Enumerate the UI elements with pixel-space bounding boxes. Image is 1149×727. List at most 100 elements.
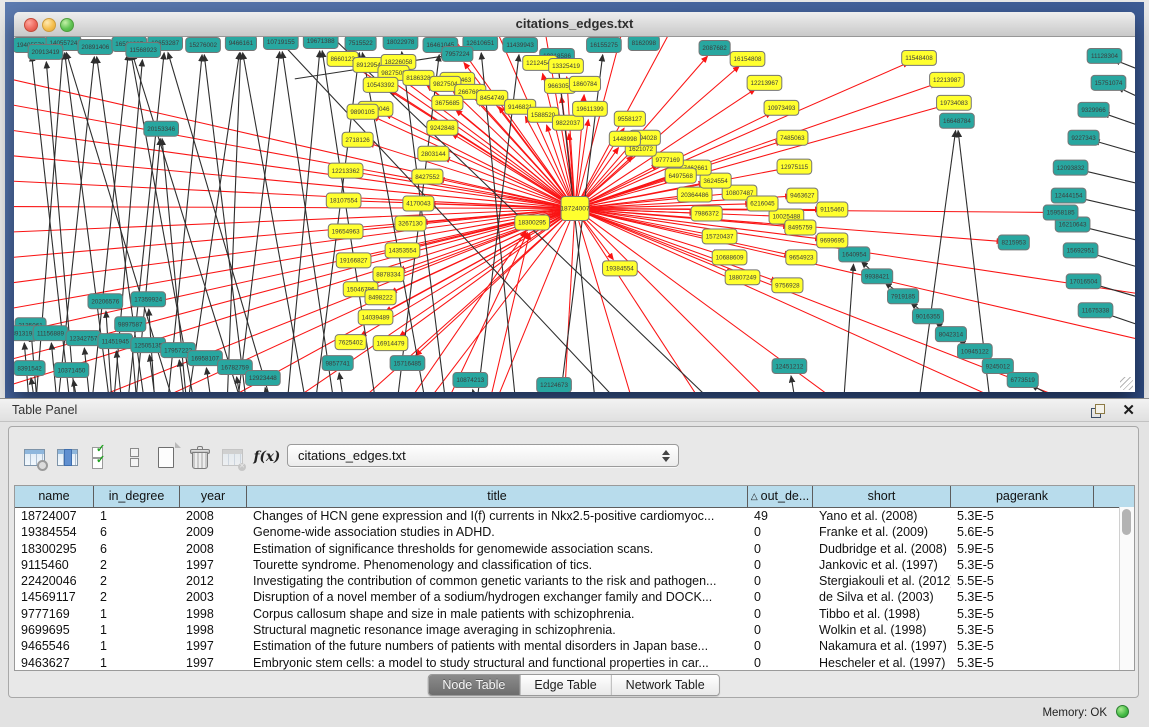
table-row[interactable]: 1830029562008Estimation of significance … bbox=[15, 541, 1134, 557]
table-row[interactable]: 1456911722003Disruption of a novel membe… bbox=[15, 589, 1134, 605]
cell-out_degree: 0 bbox=[748, 655, 813, 671]
network-node-label: 12213967 bbox=[751, 80, 779, 87]
network-node-label: 15720437 bbox=[706, 234, 734, 241]
memory-status-indicator bbox=[1116, 705, 1129, 718]
delete-column-icon[interactable] bbox=[186, 443, 213, 471]
network-canvas[interactable]: 1940557214055724208914061653128710653287… bbox=[14, 37, 1135, 392]
cell-short: Franke et al. (2009) bbox=[813, 524, 951, 540]
tab-network-table[interactable]: Network Table bbox=[612, 675, 719, 695]
close-panel-icon[interactable]: ✕ bbox=[1122, 401, 1135, 419]
network-node-label: 9756928 bbox=[775, 282, 800, 289]
cell-pagerank: 5.9E-5 bbox=[951, 541, 1094, 557]
table-row[interactable]: 1938455462009Genome-wide association stu… bbox=[15, 524, 1134, 540]
cell-in_degree: 6 bbox=[94, 524, 180, 540]
cell-name: 9699695 bbox=[15, 622, 94, 638]
column-header-name[interactable]: name bbox=[15, 486, 94, 507]
column-header-title[interactable]: title bbox=[247, 486, 748, 507]
table-panel-title: Table Panel bbox=[12, 403, 77, 417]
network-node-label: 8186328 bbox=[406, 75, 431, 82]
cell-in_degree: 1 bbox=[94, 606, 180, 622]
network-node-label: 20891406 bbox=[81, 44, 109, 51]
network-node-label: 10874213 bbox=[456, 377, 484, 384]
tab-node-table[interactable]: Node Table bbox=[428, 675, 520, 695]
cell-name: 18300295 bbox=[15, 541, 94, 557]
cell-pagerank: 5.3E-5 bbox=[951, 655, 1094, 671]
network-node-label: 9016355 bbox=[916, 313, 941, 320]
table-toolbar: ✓ ✓ ✕ f(x) bbox=[21, 441, 288, 473]
network-node-label: 1640954 bbox=[842, 252, 867, 259]
cell-short: Wolkin et al. (1998) bbox=[813, 622, 951, 638]
cell-pagerank: 5.3E-5 bbox=[951, 557, 1094, 573]
network-node-label: 8498222 bbox=[368, 294, 393, 301]
cell-out_degree: 0 bbox=[748, 622, 813, 638]
function-builder-icon[interactable]: f(x) bbox=[252, 443, 282, 471]
cell-title: Estimation of the future numbers of pati… bbox=[247, 638, 748, 654]
table-row[interactable]: 946362711997Embryonic stem cells: a mode… bbox=[15, 655, 1134, 671]
cell-year: 1997 bbox=[180, 638, 247, 654]
network-node-label: 9654923 bbox=[789, 255, 814, 262]
network-view-window[interactable]: citations_edges.txt 19405572140557242089… bbox=[14, 12, 1135, 392]
network-node-label: 6773519 bbox=[1011, 377, 1036, 384]
new-column-icon[interactable] bbox=[153, 443, 180, 471]
network-node-label: 12451212 bbox=[775, 363, 803, 370]
cell-pagerank: 5.3E-5 bbox=[951, 589, 1094, 605]
network-node-label: 9558127 bbox=[618, 116, 643, 123]
window-titlebar[interactable]: citations_edges.txt bbox=[14, 12, 1135, 37]
window-resize-grip[interactable] bbox=[1120, 377, 1133, 390]
network-node-label: 9463627 bbox=[790, 193, 815, 200]
table-source-dropdown[interactable]: citations_edges.txt bbox=[287, 444, 679, 467]
tab-edge-table[interactable]: Edge Table bbox=[520, 675, 611, 695]
table-row[interactable]: 969969511998Structural magnetic resonanc… bbox=[15, 622, 1134, 638]
network-node-label: 15716485 bbox=[394, 360, 422, 367]
vertical-scrollbar[interactable] bbox=[1119, 507, 1134, 670]
network-node-label: 7625402 bbox=[338, 339, 363, 346]
cell-year: 1997 bbox=[180, 557, 247, 573]
row-height-icon[interactable] bbox=[120, 443, 147, 471]
column-header-out_degree[interactable]: △out_de... bbox=[748, 486, 813, 507]
show-columns-icon[interactable] bbox=[54, 443, 81, 471]
network-node-label: 10945122 bbox=[961, 348, 989, 355]
cell-short: Yano et al. (2008) bbox=[813, 508, 951, 524]
table-row[interactable]: 1872400712008Changes of HCN gene express… bbox=[15, 508, 1134, 524]
network-node-label: 7485063 bbox=[780, 135, 805, 142]
select-rows-icon[interactable]: ✓ ✓ bbox=[87, 443, 114, 471]
network-node-label: 2718126 bbox=[345, 137, 370, 144]
cell-short: Hescheler et al. (1997) bbox=[813, 655, 951, 671]
table-settings-icon[interactable] bbox=[21, 443, 48, 471]
column-header-pagerank[interactable]: pagerank bbox=[951, 486, 1094, 507]
column-header-short[interactable]: short bbox=[813, 486, 951, 507]
network-node-label: 10371450 bbox=[57, 367, 85, 374]
cell-in_degree: 2 bbox=[94, 589, 180, 605]
cell-year: 1998 bbox=[180, 606, 247, 622]
cell-name: 9115460 bbox=[15, 557, 94, 573]
network-node-label: 19654963 bbox=[332, 229, 360, 236]
network-node-label: 16914479 bbox=[377, 340, 405, 347]
network-node-label: 19734083 bbox=[940, 100, 968, 107]
network-node-label: 3267130 bbox=[398, 221, 423, 228]
cell-pagerank: 5.3E-5 bbox=[951, 622, 1094, 638]
float-panel-icon[interactable] bbox=[1091, 404, 1105, 418]
network-node-label: 12213362 bbox=[332, 168, 360, 175]
network-node-label: 12975115 bbox=[781, 164, 809, 171]
scrollbar-thumb[interactable] bbox=[1122, 509, 1131, 535]
table-row[interactable]: 2242004622012Investigating the contribut… bbox=[15, 573, 1134, 589]
network-node-label: 6216045 bbox=[750, 201, 775, 208]
table-row[interactable]: 946554611997Estimation of the future num… bbox=[15, 638, 1134, 654]
table-row[interactable]: 977716911998Corpus callosum shape and si… bbox=[15, 606, 1134, 622]
cell-out_degree: 0 bbox=[748, 524, 813, 540]
network-node-label: 9777169 bbox=[656, 157, 681, 164]
network-node-label: 1621072 bbox=[629, 146, 654, 153]
cell-year: 1998 bbox=[180, 622, 247, 638]
network-node-label: 12444154 bbox=[1055, 193, 1083, 200]
cell-out_degree: 0 bbox=[748, 606, 813, 622]
cell-year: 2009 bbox=[180, 524, 247, 540]
cell-year: 2008 bbox=[180, 508, 247, 524]
column-header-year[interactable]: year bbox=[180, 486, 247, 507]
column-header-in_degree[interactable]: in_degree bbox=[94, 486, 180, 507]
network-node-label: 7515522 bbox=[348, 40, 373, 47]
network-node-label: 11128304 bbox=[1091, 53, 1118, 60]
network-node-label: 9242848 bbox=[430, 125, 455, 132]
table-row[interactable]: 911546021997Tourette syndrome. Phenomeno… bbox=[15, 557, 1134, 573]
network-node-label: 10688609 bbox=[716, 255, 744, 262]
network-node-label: 12505135 bbox=[134, 342, 162, 349]
